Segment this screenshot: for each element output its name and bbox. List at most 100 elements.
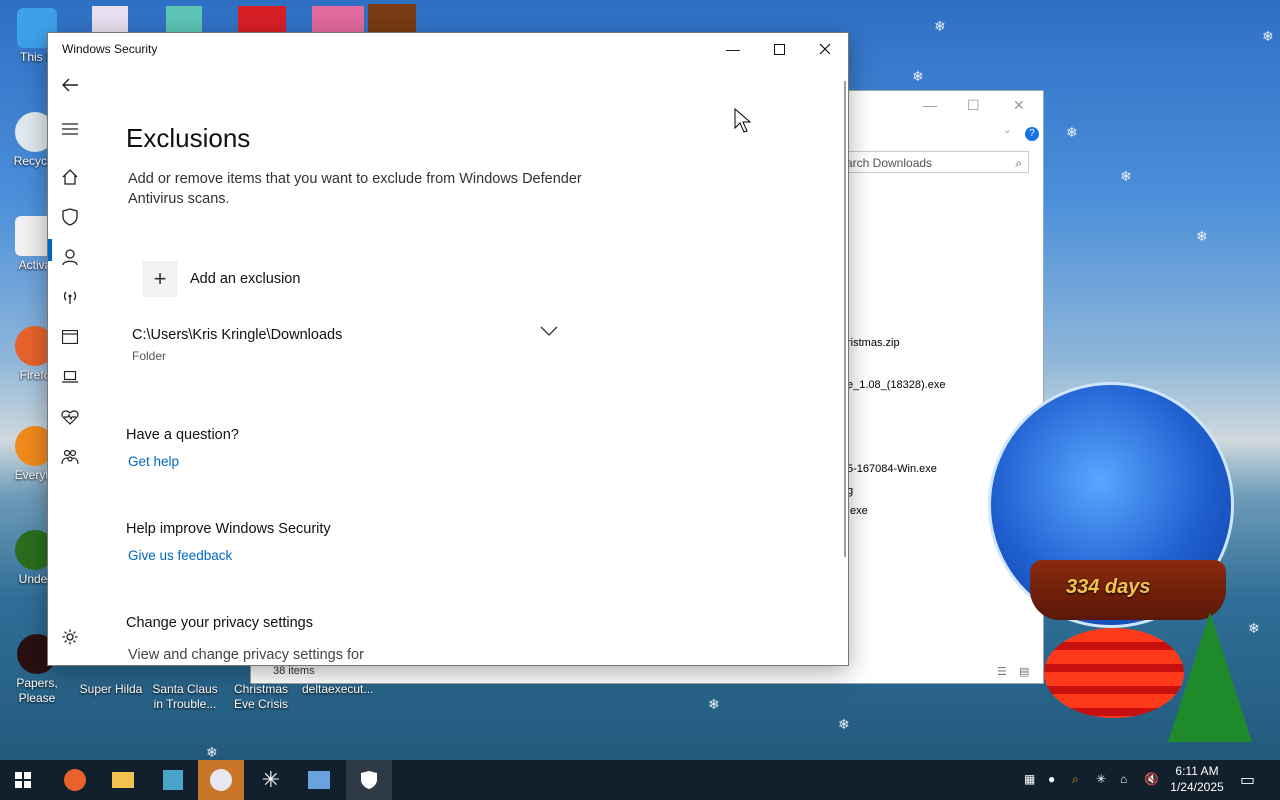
shield-icon [361,771,377,789]
nav-family-options[interactable] [48,439,92,475]
back-button[interactable] [48,67,92,103]
desktop-icon-label: Under [18,572,52,586]
mcdonalds-icon[interactable] [238,6,286,34]
add-exclusion-label: Add an exclusion [190,271,301,287]
feedback-link[interactable]: Give us feedback [128,548,232,563]
help-icon[interactable]: ? [1025,127,1039,141]
snowflake-icon: ❄ [1066,124,1078,140]
nav-device-security[interactable] [48,359,92,395]
file-list-item[interactable]: e_1.08_(18328).exe [847,379,945,391]
page-description: Add or remove items that you want to exc… [128,171,582,207]
firefox-icon [64,769,86,791]
minimize-icon: — [726,41,740,57]
windows-security-window[interactable]: Windows Security — Exclusions Add or rem… [48,33,848,665]
droplet-tray-icon[interactable]: ● [1048,772,1055,786]
close-button[interactable] [802,33,848,65]
details-view-icon[interactable]: ☰ [997,665,1007,678]
taskbar-windows-security[interactable] [346,760,392,800]
snowflake-icon: ❄ [1196,228,1208,244]
family-icon [61,449,79,465]
santa-icon [210,769,232,791]
snowflake-icon: ❄ [838,716,850,732]
game-shortcut-icon[interactable] [92,6,128,34]
start-button[interactable] [0,760,46,800]
taskbar-file-explorer[interactable] [100,760,146,800]
monitor-icon [308,771,330,789]
chevron-down-icon[interactable] [540,325,558,337]
days-counter: 334 days [1066,576,1151,598]
minimize-icon[interactable]: — [923,97,937,113]
desktop-icon-label: Santa Claus in Trouble... [152,682,218,711]
game-shortcut-icon[interactable] [166,6,202,34]
exclusion-path: C:\Users\Kris Kringle\Downloads [132,327,343,343]
shield-icon [62,208,78,226]
scrollbar[interactable] [844,81,846,557]
snowflake-icon: ❄ [912,68,924,84]
menu-button[interactable] [48,111,92,147]
desktop-icon-santa-claus[interactable]: Santa Claus in Trouble... [150,682,220,712]
snowflake-icon: ❄ [934,18,946,34]
desktop-icon-christmas-eve-crisis[interactable]: Christmas Eve Crisis [226,682,296,712]
taskbar-firefox[interactable] [52,760,98,800]
tiles-view-icon[interactable]: ▤ [1019,665,1029,678]
reindeer-icon[interactable] [368,4,416,34]
close-icon[interactable]: ✕ [1013,97,1025,114]
network-tray-icon[interactable]: ▦ [1024,772,1035,786]
search-input[interactable]: arch Downloads ⌕ [841,151,1029,173]
network-antenna-icon [63,291,77,304]
search-placeholder: arch Downloads [846,156,933,170]
snowflake-tray-icon[interactable]: ✳ [1096,772,1106,786]
snowflake-icon: ❄ [206,744,218,760]
nav-home[interactable] [48,159,92,195]
plus-icon: + [142,261,178,297]
file-list-item[interactable]: ristmas.zip [847,337,900,349]
code-editor-icon [163,770,183,790]
navigation-rail [48,65,92,665]
privacy-text: View and change privacy settings for you… [128,647,364,663]
file-list-item[interactable]: 5-167084-Win.exe [847,463,937,475]
taskbar-snowflake-app[interactable]: ✳ [248,760,294,800]
search-tray-icon[interactable]: ⌕ [1072,772,1079,787]
snowflake-icon: ❄ [1120,168,1132,184]
heart-pulse-icon [61,410,79,425]
windows-logo-icon [15,772,31,788]
maximize-button[interactable] [756,33,802,65]
laptop-icon [62,371,78,383]
browser-window-icon [62,330,78,344]
clock[interactable]: 6:11 AM 1/24/2025 [1162,763,1232,795]
minimize-button[interactable]: — [710,33,756,65]
desktop-icon-label: Firefo [19,368,51,382]
nav-device-performance[interactable] [48,399,92,435]
nav-account-protection[interactable] [48,239,92,275]
desktop-icon-label: Papers, Please [16,676,58,705]
taskbar-settings-app[interactable] [296,760,342,800]
wifi-icon[interactable]: ⌂ [1120,772,1127,786]
desktop-icon-label: Christmas Eve Crisis [233,682,288,711]
status-item-count: 38 items [273,665,315,677]
chevron-down-icon[interactable]: ⌄ [1003,125,1011,136]
close-icon [819,43,831,55]
title-bar[interactable]: Windows Security — [48,33,848,65]
nav-settings[interactable] [48,619,92,655]
add-exclusion-button[interactable]: + Add an exclusion [142,261,300,297]
game-shortcut-icon[interactable] [312,6,364,34]
snowflake-icon: ❄ [1262,28,1274,44]
desktop-icon-super-hilda[interactable]: Super Hilda [76,682,146,697]
taskbar-santa-app[interactable] [198,760,244,800]
spiral-decoration [1044,628,1184,718]
back-arrow-icon [62,78,78,92]
snowflake-icon: ❄ [708,696,720,712]
nav-firewall[interactable] [48,279,92,315]
nav-app-browser-control[interactable] [48,319,92,355]
maximize-icon[interactable]: ☐ [967,97,980,114]
taskbar-visual-studio[interactable] [150,760,196,800]
volume-muted-icon[interactable]: 🔇 [1144,772,1159,786]
nav-virus-protection[interactable] [48,199,92,235]
file-list-item[interactable]: .exe [847,505,868,517]
privacy-heading: Change your privacy settings [126,615,313,631]
get-help-link[interactable]: Get help [128,454,179,469]
desktop-icon-delta[interactable]: deltaexecut... [302,682,373,697]
notifications-icon[interactable]: ▭ [1240,770,1255,790]
desktop-icon-label: Activa [18,258,52,272]
snowflake-icon: ✳ [261,767,281,792]
